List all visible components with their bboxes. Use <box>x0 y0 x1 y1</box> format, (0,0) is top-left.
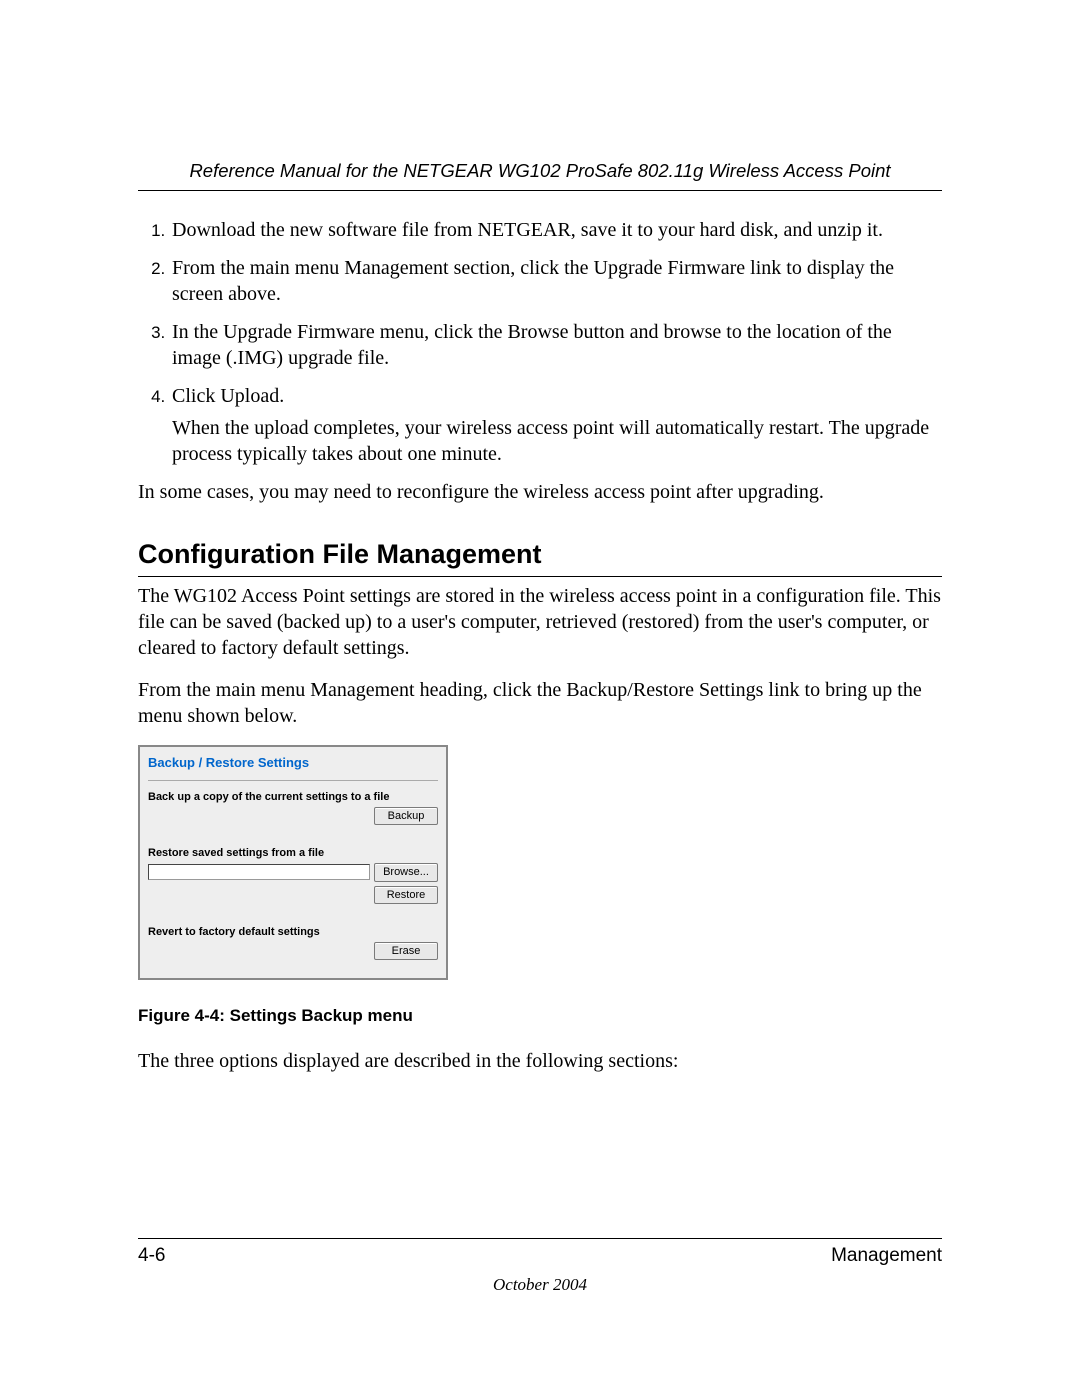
backup-row: Backup <box>148 807 438 825</box>
backup-label: Back up a copy of the current settings t… <box>148 791 438 803</box>
step-1: Download the new software file from NETG… <box>170 217 942 243</box>
figure-caption: Figure 4-4: Settings Backup menu <box>138 1006 942 1026</box>
footer-section: Management <box>831 1245 942 1267</box>
restore-file-field-wrap <box>148 864 370 880</box>
erase-button[interactable]: Erase <box>374 942 438 960</box>
step-4-note: When the upload completes, your wireless… <box>172 415 942 467</box>
step-4-main: Click Upload. <box>172 385 284 407</box>
erase-row: Erase <box>148 942 438 960</box>
restore-button[interactable]: Restore <box>374 886 438 904</box>
restore-label: Restore saved settings from a file <box>148 847 438 859</box>
step-4: Click Upload. When the upload completes,… <box>170 383 942 467</box>
gap <box>148 829 438 847</box>
body-area: Download the new software file from NETG… <box>138 191 942 1074</box>
running-header: Reference Manual for the NETGEAR WG102 P… <box>138 160 942 191</box>
browse-button[interactable]: Browse... <box>374 863 438 881</box>
restore-row: Restore <box>148 886 438 904</box>
section-heading: Configuration File Management <box>138 539 942 577</box>
page-footer: 4-6 Management <box>138 1238 942 1267</box>
paragraph-after-steps: In some cases, you may need to reconfigu… <box>138 479 942 505</box>
backup-restore-panel: Backup / Restore Settings Back up a copy… <box>138 745 448 980</box>
panel-title: Backup / Restore Settings <box>148 755 438 780</box>
step-3: In the Upgrade Firmware menu, click the … <box>170 319 942 371</box>
gap <box>148 908 438 926</box>
paragraph-after-figure: The three options displayed are describe… <box>138 1048 942 1074</box>
page: Reference Manual for the NETGEAR WG102 P… <box>0 0 1080 1074</box>
paragraph-intro-1: The WG102 Access Point settings are stor… <box>138 583 942 661</box>
footer-date: October 2004 <box>0 1275 1080 1295</box>
ordered-steps: Download the new software file from NETG… <box>138 217 942 467</box>
backup-button[interactable]: Backup <box>374 807 438 825</box>
footer-page-number: 4-6 <box>138 1245 165 1267</box>
step-2: From the main menu Management section, c… <box>170 255 942 307</box>
restore-file-input[interactable] <box>148 864 370 880</box>
revert-label: Revert to factory default settings <box>148 926 438 938</box>
figure: Backup / Restore Settings Back up a copy… <box>138 745 942 1026</box>
paragraph-intro-2: From the main menu Management heading, c… <box>138 677 942 729</box>
panel-separator <box>148 780 438 781</box>
restore-browse-row: Browse... <box>148 863 438 881</box>
